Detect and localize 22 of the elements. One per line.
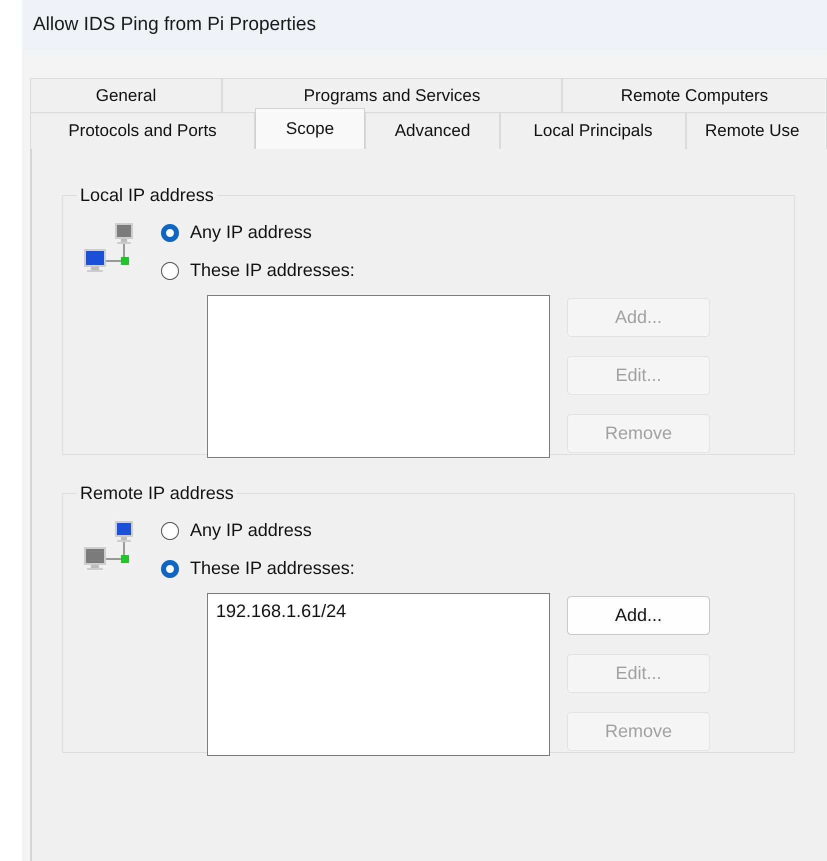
radio-button[interactable] xyxy=(161,224,179,242)
tab[interactable]: General xyxy=(30,78,222,112)
tab[interactable]: Advanced xyxy=(365,112,500,149)
radio-label[interactable]: Any IP address xyxy=(190,520,312,541)
group-title: Local IP address xyxy=(79,185,215,206)
tab[interactable]: Remote Computers xyxy=(562,78,827,112)
radio-button[interactable] xyxy=(161,560,179,578)
radio-label[interactable]: These IP addresses: xyxy=(190,558,355,579)
radio-label[interactable]: Any IP address xyxy=(190,222,312,243)
radio-button[interactable] xyxy=(161,262,179,280)
tab[interactable]: Programs and Services xyxy=(222,78,562,112)
radio-button[interactable] xyxy=(161,522,179,540)
window-title: Allow IDS Ping from Pi Properties xyxy=(22,0,827,50)
list-button[interactable]: Add... xyxy=(567,596,710,635)
address-list[interactable]: 192.168.1.61/24 xyxy=(207,593,550,756)
tab[interactable]: Remote Use xyxy=(686,112,827,149)
group-title: Remote IP address xyxy=(79,483,235,504)
tab[interactable]: Scope xyxy=(255,108,365,149)
tab[interactable]: Protocols and Ports xyxy=(30,112,255,149)
tab[interactable]: Local Principals xyxy=(500,112,686,149)
radio-label[interactable]: These IP addresses: xyxy=(190,260,355,281)
address-item[interactable]: 192.168.1.61/24 xyxy=(216,601,541,622)
